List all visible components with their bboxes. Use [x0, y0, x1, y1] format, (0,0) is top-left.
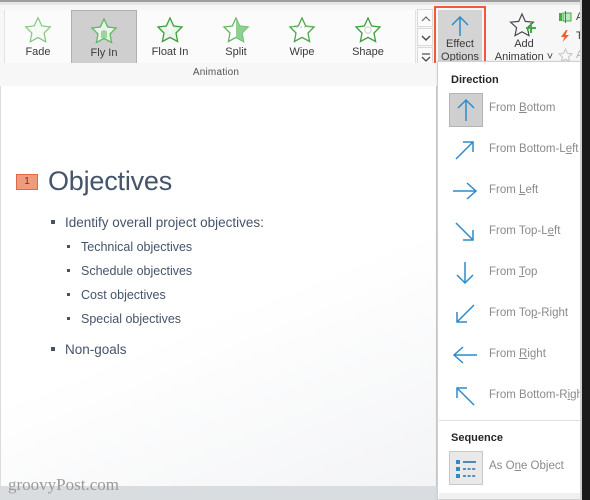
menu-item-label: From Top [489, 266, 538, 278]
menu-item-from-left[interactable]: From Left [439, 172, 582, 212]
star-wipe-icon [287, 15, 317, 50]
powerpoint-window: Fade Fly In Float In Split Wipe Shape Ef… [0, 0, 590, 500]
menu-item-from-bottom-right[interactable]: From Bottom-Right [439, 377, 586, 417]
gallery-item-label: Shape [352, 46, 384, 58]
bullet-icon [51, 220, 55, 224]
menu-item-as-one-object[interactable]: As One Object [439, 448, 582, 488]
gallery-item-fly-in[interactable]: Fly In [71, 10, 137, 66]
animation-gallery[interactable]: Fade Fly In Float In Split Wipe Shape [4, 10, 416, 66]
star-shape-icon [353, 15, 383, 50]
menu-item-label: From Bottom [489, 102, 556, 114]
slide-canvas[interactable]: 1 Objectives Identify overall project ob… [1, 86, 437, 494]
ribbon-group-label-animation: Animation [192, 67, 240, 78]
gallery-scroll-down-button[interactable] [417, 28, 433, 46]
gallery-scroll-up-button[interactable] [417, 9, 433, 27]
bullet-icon [67, 317, 70, 320]
arrow-right-icon [449, 175, 483, 209]
menu-item-from-top-left[interactable]: From Top-Left [439, 213, 582, 253]
menu-item-from-top[interactable]: From Top [439, 254, 582, 294]
arrow-up-left-icon [449, 380, 483, 414]
menu-footer [439, 493, 582, 499]
star-split-icon [221, 15, 251, 50]
menu-section-header-sequence: Sequence [451, 432, 503, 444]
arrow-down-right-icon [449, 216, 483, 250]
effect-options-button[interactable]: Effect Options ˅ [438, 10, 482, 75]
menu-item-label: From Top-Left [489, 225, 561, 237]
menu-item-from-bottom-left[interactable]: From Bottom-Left [439, 131, 582, 171]
gallery-more-icon [421, 53, 431, 62]
bullet-icon [67, 245, 70, 248]
gallery-item-label: Float In [151, 46, 189, 58]
menu-item-label: From Bottom-Left [489, 143, 579, 155]
star-floatin-icon [155, 15, 185, 50]
window-right-edge [582, 0, 590, 500]
list-item-label: Schedule objectives [81, 264, 193, 278]
bullet-icon [51, 347, 55, 351]
menu-item-label: From Top-Right [489, 307, 569, 319]
menu-section-header-direction: Direction [451, 74, 499, 86]
scroll-up-icon [421, 16, 431, 22]
watermark: groovyPost.com [8, 475, 119, 494]
effect-options-dropdown-menu[interactable]: Direction From Bottom From Bottom-Left F… [437, 61, 586, 500]
ribbon-animations-tab: Fade Fly In Float In Split Wipe Shape Ef… [0, 5, 590, 75]
list-item-label: Cost objectives [81, 288, 166, 302]
gallery-item-label: Fade [25, 46, 51, 58]
arrow-down-icon [449, 257, 483, 291]
slide-body-placeholder[interactable]: Identify overall project objectives: Tec… [49, 214, 429, 366]
menu-item-from-top-right[interactable]: From Top-Right [439, 295, 582, 335]
animation-order-tag[interactable]: 1 [16, 174, 38, 190]
window-top-edge [0, 0, 590, 2]
menu-item-label: From Right [489, 348, 546, 360]
list-item: Cost objectives [65, 287, 429, 303]
add-animation-label-1: Add [514, 38, 534, 50]
list-item-label: Non-goals [65, 342, 127, 357]
arrow-up-icon [449, 93, 483, 127]
bullet-icon [67, 269, 70, 272]
star-fade-icon [23, 15, 53, 50]
list-item: Identify overall project objectives: [49, 214, 429, 231]
gallery-scrollbar[interactable] [417, 9, 433, 66]
list-item-label: Technical objectives [81, 240, 193, 254]
menu-item-label: From Left [489, 184, 539, 196]
trigger-lightning-icon [558, 29, 573, 48]
menu-item-label: As One Object [489, 460, 564, 472]
list-item-label: Special objectives [81, 312, 182, 326]
gallery-item-split[interactable]: Split [203, 10, 269, 66]
list-item-label: Identify overall project objectives: [65, 215, 264, 230]
add-animation-button[interactable]: Add Animation ˅ [492, 8, 556, 66]
gallery-item-wipe[interactable]: Wipe [269, 10, 335, 66]
star-flyin-icon [89, 16, 119, 51]
gallery-item-shape[interactable]: Shape [335, 10, 401, 66]
arrow-left-icon [449, 339, 483, 373]
arrow-up-right-icon [449, 134, 483, 168]
slide-title[interactable]: Objectives [48, 166, 172, 197]
menu-item-from-right[interactable]: From Right [439, 336, 582, 376]
scroll-down-icon [421, 35, 431, 41]
arrow-down-left-icon [449, 298, 483, 332]
gallery-item-label: Split [225, 46, 247, 58]
list-item: Non-goals [49, 341, 429, 358]
bullet-icon [67, 293, 70, 296]
list-item: Special objectives [65, 311, 429, 327]
gallery-item-float-in[interactable]: Float In [137, 10, 203, 66]
effect-options-highlight: Effect Options ˅ [434, 6, 486, 75]
gallery-item-fade[interactable]: Fade [5, 10, 71, 66]
list-item: Technical objectives [65, 239, 429, 255]
animation-pane-icon [558, 10, 573, 29]
menu-item-from-bottom[interactable]: From Bottom [439, 90, 582, 130]
gallery-item-label: Fly In [90, 47, 118, 59]
menu-item-label: From Bottom-Right [489, 389, 587, 401]
as-one-object-icon [449, 451, 483, 485]
menu-divider [439, 420, 582, 421]
effect-options-label-1: Effect [446, 38, 474, 50]
gallery-item-label: Wipe [289, 46, 315, 58]
list-item: Schedule objectives [65, 263, 429, 279]
